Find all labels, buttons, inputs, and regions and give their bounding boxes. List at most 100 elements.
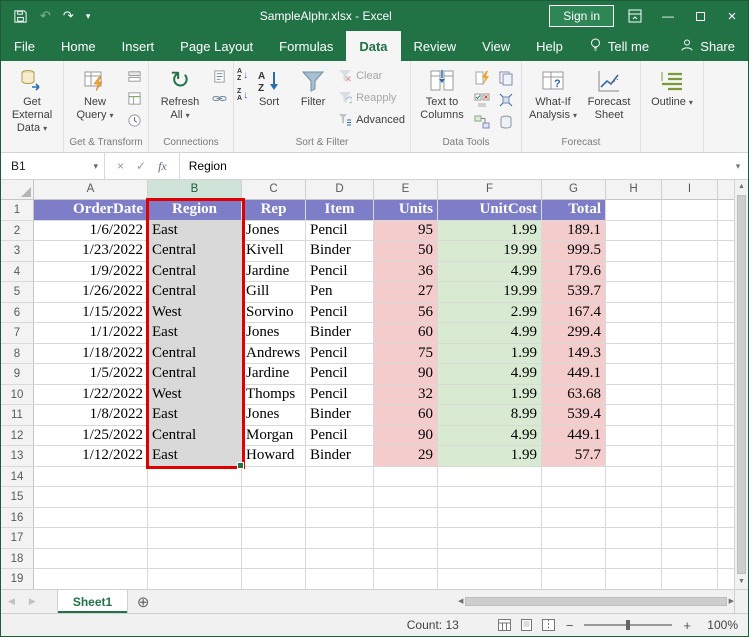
cell-F8[interactable]: 1.99 xyxy=(438,344,542,365)
cell-F13[interactable]: 1.99 xyxy=(438,446,542,467)
cell-H16[interactable] xyxy=(606,508,662,529)
clear-filter-button[interactable]: Clear xyxy=(336,67,407,85)
cell-H18[interactable] xyxy=(606,549,662,570)
cell-D19[interactable] xyxy=(306,569,374,589)
share-button[interactable]: Share xyxy=(667,31,748,61)
flash-fill-icon[interactable] xyxy=(471,69,493,87)
cell-I16[interactable] xyxy=(662,508,718,529)
cell-E19[interactable] xyxy=(374,569,438,589)
redo-icon[interactable] xyxy=(63,8,74,24)
row-header-18[interactable]: 18 xyxy=(1,549,34,570)
cell-A18[interactable] xyxy=(34,549,148,570)
cell-H13[interactable] xyxy=(606,446,662,467)
cell-A16[interactable] xyxy=(34,508,148,529)
cell-G10[interactable]: 63.68 xyxy=(542,385,606,406)
tab-view[interactable]: View xyxy=(469,31,523,61)
tab-data[interactable]: Data xyxy=(346,31,400,61)
cell-E1[interactable]: Units xyxy=(374,200,438,221)
sort-descending-icon[interactable] xyxy=(237,87,248,103)
cell-G4[interactable]: 179.6 xyxy=(542,262,606,283)
cell-H4[interactable] xyxy=(606,262,662,283)
cell-D17[interactable] xyxy=(306,528,374,549)
vertical-scroll-thumb[interactable] xyxy=(737,195,746,574)
cell-H12[interactable] xyxy=(606,426,662,447)
undo-icon[interactable] xyxy=(40,8,51,24)
horizontal-scrollbar[interactable] xyxy=(458,590,734,613)
cell-C2[interactable]: Jones xyxy=(242,221,306,242)
cell-B5[interactable]: Central xyxy=(148,282,242,303)
cell-H15[interactable] xyxy=(606,487,662,508)
cell-B19[interactable] xyxy=(148,569,242,589)
cell-D4[interactable]: Pencil xyxy=(306,262,374,283)
ribbon-display-options-icon[interactable] xyxy=(628,9,642,23)
cell-B12[interactable]: Central xyxy=(148,426,242,447)
cell-F17[interactable] xyxy=(438,528,542,549)
cell-C10[interactable]: Thomps xyxy=(242,385,306,406)
zoom-slider-thumb[interactable] xyxy=(626,620,630,630)
page-layout-view-icon[interactable] xyxy=(520,619,533,631)
cell-I18[interactable] xyxy=(662,549,718,570)
cell-D13[interactable]: Binder xyxy=(306,446,374,467)
cell-B17[interactable] xyxy=(148,528,242,549)
cell-A2[interactable]: 1/6/2022 xyxy=(34,221,148,242)
cell-E11[interactable]: 60 xyxy=(374,405,438,426)
cell-F12[interactable]: 4.99 xyxy=(438,426,542,447)
cell-C5[interactable]: Gill xyxy=(242,282,306,303)
cell-G2[interactable]: 189.1 xyxy=(542,221,606,242)
cell-B18[interactable] xyxy=(148,549,242,570)
new-sheet-button[interactable] xyxy=(128,590,158,613)
enter-icon[interactable] xyxy=(136,159,146,173)
save-icon[interactable] xyxy=(13,9,28,24)
cell-I9[interactable] xyxy=(662,364,718,385)
tab-home[interactable]: Home xyxy=(48,31,109,61)
cell-G19[interactable] xyxy=(542,569,606,589)
from-table-icon[interactable] xyxy=(123,89,145,107)
cell-F6[interactable]: 2.99 xyxy=(438,303,542,324)
cell-E18[interactable] xyxy=(374,549,438,570)
cell-A12[interactable]: 1/25/2022 xyxy=(34,426,148,447)
cell-G11[interactable]: 539.4 xyxy=(542,405,606,426)
cell-B3[interactable]: Central xyxy=(148,241,242,262)
cell-D3[interactable]: Binder xyxy=(306,241,374,262)
cell-I12[interactable] xyxy=(662,426,718,447)
column-header-E[interactable]: E xyxy=(374,180,438,200)
cell-F10[interactable]: 1.99 xyxy=(438,385,542,406)
cell-D2[interactable]: Pencil xyxy=(306,221,374,242)
cell-B10[interactable]: West xyxy=(148,385,242,406)
cell-I7[interactable] xyxy=(662,323,718,344)
cell-H11[interactable] xyxy=(606,405,662,426)
cell-F2[interactable]: 1.99 xyxy=(438,221,542,242)
row-header-3[interactable]: 3 xyxy=(1,241,34,262)
cell-I10[interactable] xyxy=(662,385,718,406)
cell-B16[interactable] xyxy=(148,508,242,529)
cell-E3[interactable]: 50 xyxy=(374,241,438,262)
cell-C11[interactable]: Jones xyxy=(242,405,306,426)
cell-B9[interactable]: Central xyxy=(148,364,242,385)
cell-I4[interactable] xyxy=(662,262,718,283)
outline-button[interactable]: Outline xyxy=(644,63,700,135)
cell-B1[interactable]: Region xyxy=(148,200,242,221)
formula-input[interactable]: Region xyxy=(180,153,728,179)
column-header-I[interactable]: I xyxy=(662,180,718,200)
cell-F4[interactable]: 4.99 xyxy=(438,262,542,283)
cell-H8[interactable] xyxy=(606,344,662,365)
cell-G15[interactable] xyxy=(542,487,606,508)
cell-C13[interactable]: Howard xyxy=(242,446,306,467)
sort-ascending-icon[interactable] xyxy=(237,67,248,83)
cell-B7[interactable]: East xyxy=(148,323,242,344)
cell-D10[interactable]: Pencil xyxy=(306,385,374,406)
cell-D16[interactable] xyxy=(306,508,374,529)
cell-A11[interactable]: 1/8/2022 xyxy=(34,405,148,426)
cell-D11[interactable]: Binder xyxy=(306,405,374,426)
cell-B2[interactable]: East xyxy=(148,221,242,242)
cell-A14[interactable] xyxy=(34,467,148,488)
cell-G3[interactable]: 999.5 xyxy=(542,241,606,262)
row-header-5[interactable]: 5 xyxy=(1,282,34,303)
row-header-19[interactable]: 19 xyxy=(1,569,34,589)
close-button[interactable] xyxy=(716,1,748,31)
cell-F9[interactable]: 4.99 xyxy=(438,364,542,385)
cell-I17[interactable] xyxy=(662,528,718,549)
cell-C6[interactable]: Sorvino xyxy=(242,303,306,324)
cell-E9[interactable]: 90 xyxy=(374,364,438,385)
tell-me-tab[interactable]: Tell me xyxy=(576,31,662,61)
